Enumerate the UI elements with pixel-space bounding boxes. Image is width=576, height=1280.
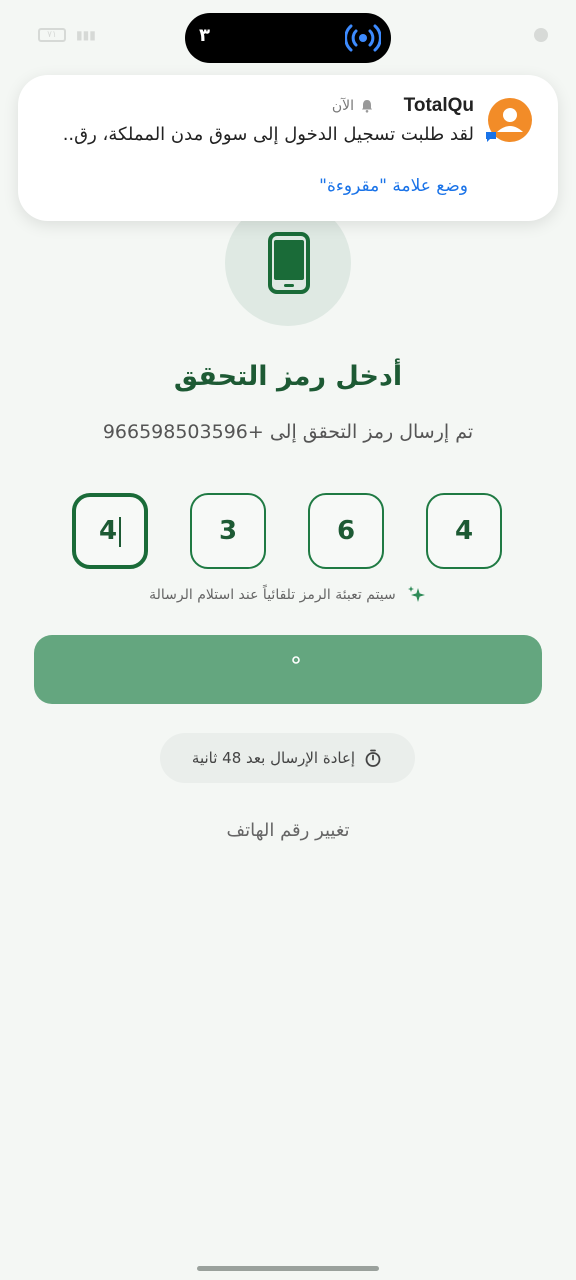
bell-icon bbox=[362, 100, 372, 113]
page-subtitle: تم إرسال رمز التحقق إلى +966598503596 bbox=[102, 421, 474, 443]
resend-timer: إعادة الإرسال بعد 48 ثانية bbox=[160, 733, 415, 783]
smartphone-icon bbox=[268, 232, 310, 294]
dynamic-island[interactable]: ٣ bbox=[185, 13, 391, 63]
otp-digit-1[interactable]: 4 bbox=[426, 493, 502, 569]
battery-icon: ٧١ bbox=[38, 28, 66, 42]
page-title: أدخل رمز التحقق bbox=[173, 361, 403, 392]
resend-label: إعادة الإرسال بعد 48 ثانية bbox=[191, 749, 356, 767]
notification-time-row: الآن bbox=[332, 98, 374, 114]
verify-button[interactable] bbox=[34, 635, 542, 704]
mark-as-read-button[interactable]: وضع علامة "مقروءة" bbox=[319, 176, 468, 196]
otp-digit-3[interactable]: 3 bbox=[190, 493, 266, 569]
autofill-hint-row: سيتم تعبئة الرمز تلقائياً عند استلام الر… bbox=[0, 584, 576, 605]
loading-spinner-icon bbox=[292, 656, 300, 664]
otp-digit-4[interactable]: 4 bbox=[72, 493, 148, 569]
change-phone-link[interactable]: تغيير رقم الهاتف bbox=[0, 820, 576, 841]
status-left-icons: ٧١ ▮▮▮ bbox=[38, 28, 96, 42]
otp-digit-2[interactable]: 6 bbox=[308, 493, 384, 569]
autofill-hint: سيتم تعبئة الرمز تلقائياً عند استلام الر… bbox=[149, 587, 396, 603]
home-indicator[interactable] bbox=[197, 1266, 379, 1271]
notification-banner[interactable]: TotalQu الآن لقد طلبت تسجيل الدخول إلى س… bbox=[18, 75, 558, 221]
status-right-icons bbox=[534, 28, 548, 42]
sparkle-icon bbox=[407, 585, 425, 602]
island-counter: ٣ bbox=[199, 25, 210, 46]
chat-bubble-icon bbox=[486, 132, 496, 142]
stopwatch-icon bbox=[365, 749, 381, 767]
text-caret bbox=[119, 516, 122, 547]
notification-body: لقد طلبت تسجيل الدخول إلى سوق مدن المملك… bbox=[64, 124, 474, 145]
status-dot-icon bbox=[534, 28, 548, 42]
notification-time: الآن bbox=[331, 98, 354, 114]
broadcast-icon bbox=[345, 24, 381, 52]
notification-app-name: TotalQu bbox=[403, 95, 474, 116]
signal-icon: ▮▮▮ bbox=[76, 28, 96, 42]
otp-digit-4-value: 4 bbox=[98, 516, 118, 546]
